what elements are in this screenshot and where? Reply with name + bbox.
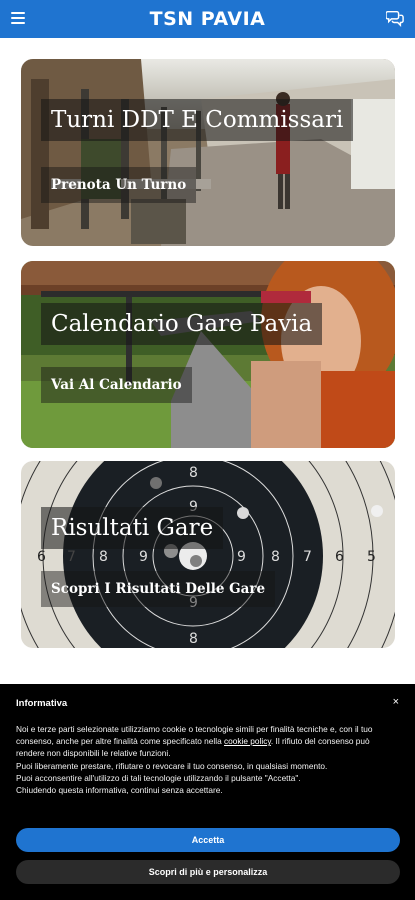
card-link[interactable]: Prenota Un Turno bbox=[41, 167, 197, 203]
target-number: 9 bbox=[237, 549, 246, 565]
close-icon[interactable]: × bbox=[393, 696, 399, 708]
card-calendario[interactable]: Calendario Gare Pavia Vai Al Calendario bbox=[21, 261, 395, 448]
shooter-image bbox=[21, 261, 395, 448]
target-number: 9 bbox=[139, 549, 148, 565]
target-number: 8 bbox=[99, 549, 108, 565]
chat-icon[interactable] bbox=[386, 9, 404, 27]
target-number: 7 bbox=[303, 549, 312, 565]
cookie-text-part: Puoi liberamente prestare, rifiutare o r… bbox=[16, 760, 328, 771]
target-number: 8 bbox=[189, 465, 198, 481]
target-number: 6 bbox=[37, 549, 46, 565]
target-number: 7 bbox=[67, 549, 76, 565]
cookie-text-part: Puoi acconsentire all'utilizzo di tali t… bbox=[16, 772, 301, 783]
card-title: Risultati Gare bbox=[41, 507, 224, 549]
cookie-text-part: Chiudendo questa informativa, continui s… bbox=[16, 785, 223, 796]
accept-button[interactable]: Accetta bbox=[16, 828, 400, 852]
target-number: 6 bbox=[335, 549, 344, 565]
app-title: TSN PAVIA bbox=[149, 8, 266, 30]
card-turni[interactable]: Turni DDT E Commissari Prenota Un Turno bbox=[21, 59, 395, 246]
card-link[interactable]: Scopri I Risultati Delle Gare bbox=[41, 571, 276, 607]
target-number: 8 bbox=[271, 549, 280, 565]
cookie-heading: Informativa bbox=[16, 698, 68, 709]
card-title: Calendario Gare Pavia bbox=[41, 303, 323, 345]
customize-button[interactable]: Scopri di più e personalizza bbox=[16, 860, 400, 884]
card-title: Turni DDT E Commissari bbox=[41, 99, 354, 141]
target-number: 5 bbox=[367, 549, 376, 565]
card-risultati[interactable]: 8 9 6 7 8 9 9 8 7 6 5 9 8 Risultati Gare… bbox=[21, 461, 395, 648]
cookie-text: Noi e terze parti selezionate utilizziam… bbox=[16, 723, 399, 796]
target-number: 8 bbox=[189, 631, 198, 647]
app-header: TSN PAVIA bbox=[0, 0, 415, 38]
target-image: 8 9 6 7 8 9 9 8 7 6 5 9 8 bbox=[21, 461, 395, 648]
hamburger-menu-icon[interactable] bbox=[11, 12, 25, 24]
cookie-banner: Informativa × Noi e terze parti selezion… bbox=[0, 684, 415, 900]
cookie-policy-link[interactable]: cookie policy bbox=[224, 736, 271, 746]
shooting-range-image bbox=[21, 59, 395, 246]
card-link[interactable]: Vai Al Calendario bbox=[41, 367, 192, 403]
